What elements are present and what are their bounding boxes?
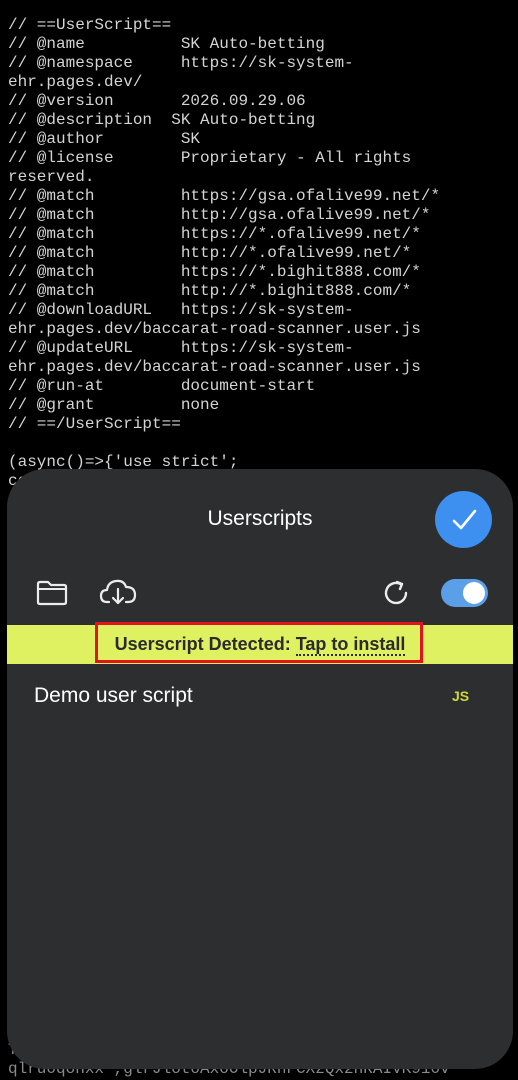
script-name: Demo user script xyxy=(34,684,193,707)
enable-toggle[interactable] xyxy=(441,579,488,607)
cloud-download-button[interactable] xyxy=(98,575,138,609)
open-folder-button[interactable] xyxy=(34,577,70,609)
refresh-button[interactable] xyxy=(381,577,411,609)
folder-icon xyxy=(36,580,68,606)
screen: // ==UserScript== // @name SK Auto-betti… xyxy=(0,0,518,1080)
script-type-badge: JS xyxy=(452,688,470,704)
install-banner[interactable]: Userscript Detected: Tap to install xyxy=(7,622,513,664)
cloud-download-icon xyxy=(99,579,137,605)
refresh-icon xyxy=(384,580,408,605)
toggle-knob xyxy=(463,582,485,604)
banner-prefix: Userscript Detected: xyxy=(114,634,296,654)
script-list-item[interactable]: Demo user script JS xyxy=(7,674,513,718)
done-button[interactable] xyxy=(435,491,492,548)
tap-to-install-link[interactable]: Tap to install xyxy=(295,634,406,656)
banner-text: Userscript Detected: Tap to install xyxy=(7,634,513,656)
checkmark-icon xyxy=(452,509,476,529)
userscript-source-code: // ==UserScript== // @name SK Auto-betti… xyxy=(8,16,441,509)
userscripts-panel: Userscripts Userscript Detected: Tap to … xyxy=(7,469,513,1069)
